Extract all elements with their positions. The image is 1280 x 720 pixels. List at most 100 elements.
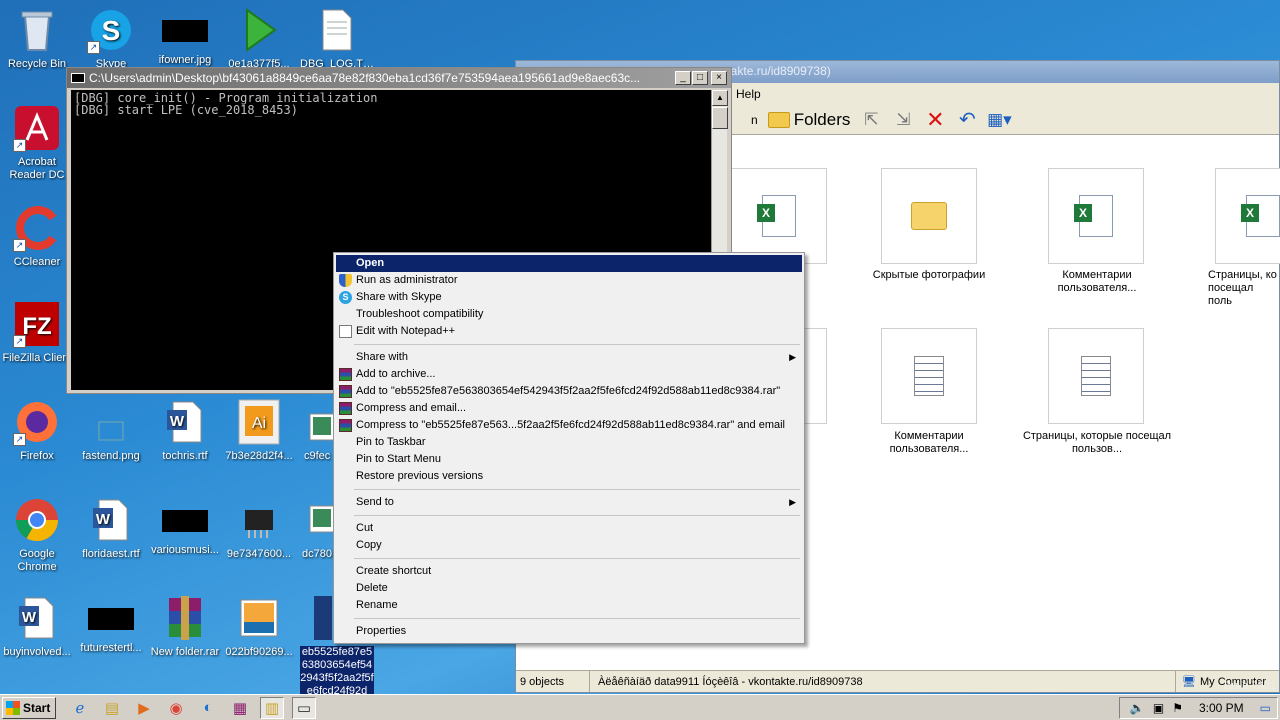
desktop-icon-ccleaner[interactable]: ↗ CCleaner <box>0 204 74 269</box>
file-caption: Страницы, ко посещал поль <box>1208 269 1277 307</box>
scroll-up-icon[interactable]: ▲ <box>712 90 728 106</box>
menu-item-run-as-admin[interactable]: Run as administrator <box>336 272 802 289</box>
file-icon <box>312 594 332 642</box>
media-play-icon <box>235 6 283 54</box>
menu-separator <box>354 515 800 516</box>
file-tile[interactable] <box>1048 168 1144 264</box>
desktop-icon-file[interactable]: 9e7347600... <box>222 496 296 561</box>
desktop-icon-skype[interactable]: S ↗ Skype <box>74 6 148 71</box>
clock[interactable]: 3:00 PM <box>1199 701 1244 715</box>
desktop-icon-label: dc780 <box>302 548 332 560</box>
chrome-taskbar-icon[interactable]: ◉ <box>164 697 188 719</box>
desktop-icon-file[interactable]: W buyinvolved... <box>0 594 74 659</box>
file-tile[interactable] <box>1215 168 1280 264</box>
console-task-button[interactable]: ▭ <box>292 696 316 719</box>
explorer-task-button[interactable]: ▥ <box>260 696 284 719</box>
menu-item-create-shortcut[interactable]: Create shortcut <box>336 563 802 580</box>
desktop-icon-file[interactable]: W tochris.rtf <box>148 398 222 463</box>
scroll-thumb[interactable] <box>712 107 728 129</box>
delete-icon[interactable]: ✕ <box>924 107 946 132</box>
image-file-icon <box>308 496 335 544</box>
file-tile[interactable] <box>881 328 977 424</box>
chip-icon <box>235 496 283 544</box>
console-title: C:\Users\admin\Desktop\bf43061a8849ce6aa… <box>89 71 641 85</box>
network-icon[interactable]: ▣ <box>1153 701 1164 715</box>
menu-item-edit-notepad[interactable]: Edit with Notepad++ <box>336 323 802 340</box>
menu-item-label: Open <box>356 257 385 269</box>
maximize-button[interactable]: □ <box>692 71 708 85</box>
desktop-icon-filezilla[interactable]: FZ ↗ FileZilla Client <box>0 300 74 365</box>
minimize-button[interactable]: _ <box>675 71 691 85</box>
file-explorer-icon[interactable]: ▤ <box>100 697 124 719</box>
desktop-icon-recycle-bin[interactable]: Recycle Bin <box>0 6 74 71</box>
menu-item-share-with[interactable]: Share with ▶ <box>336 349 802 366</box>
media-player-icon[interactable]: ▶ <box>132 697 156 719</box>
menu-item-rename[interactable]: Rename <box>336 597 802 614</box>
shortcut-arrow-icon: ↗ <box>13 239 26 252</box>
menu-item-label: Add to archive... <box>356 368 436 380</box>
menu-item-label: Cut <box>356 522 374 534</box>
menu-item-open[interactable]: Open <box>336 255 802 272</box>
menu-item-add-to-archive[interactable]: Add to archive... <box>336 366 802 383</box>
start-button[interactable]: Start <box>2 696 56 719</box>
excel-file-icon <box>757 195 796 237</box>
file-tile[interactable] <box>881 168 977 264</box>
close-button[interactable]: × <box>711 71 727 85</box>
file-tile[interactable] <box>731 168 827 264</box>
desktop-icon-label: futurestertl... <box>80 642 142 654</box>
menu-item-send-to[interactable]: Send to ▶ <box>336 494 802 511</box>
menu-item-compress-email[interactable]: Compress and email... <box>336 400 802 417</box>
desktop-icon-file[interactable]: Ai 7b3e28d2f4... <box>222 398 296 463</box>
menu-item-compress-to-rar-email[interactable]: Compress to "eb5525fe87e563...5f2aa2f5fe… <box>336 417 802 434</box>
svg-text:FZ: FZ <box>22 313 51 340</box>
menu-item-delete[interactable]: Delete <box>336 580 802 597</box>
notepad-plus-plus-icon <box>339 325 352 338</box>
recycle-bin-icon <box>13 6 61 54</box>
firefox-icon: ↗ <box>13 398 61 446</box>
submenu-arrow-icon: ▶ <box>789 497 796 507</box>
menu-item-cut[interactable]: Cut <box>336 520 802 537</box>
desktop-icon-file[interactable]: DBG_LOG.TXT <box>300 6 374 71</box>
copy-to-icon[interactable]: ⇲ <box>892 110 914 130</box>
action-center-flag-icon[interactable]: ⚑ <box>1172 701 1183 715</box>
desktop-icon-file[interactable]: 0e1a377f5... <box>222 6 296 71</box>
menu-help[interactable]: Help <box>736 87 761 101</box>
shortcut-arrow-icon: ↗ <box>87 41 100 54</box>
desktop-icon-acrobat[interactable]: ↗ Acrobat Reader DC <box>0 104 74 182</box>
menu-item-properties[interactable]: Properties <box>336 623 802 640</box>
console-titlebar[interactable]: C:\Users\admin\Desktop\bf43061a8849ce6aa… <box>67 68 731 88</box>
views-icon[interactable]: ▦▾ <box>987 110 1012 130</box>
internet-explorer-icon[interactable]: ℯ <box>68 697 92 719</box>
desktop-icon-file[interactable]: 022bf90269... <box>222 594 296 659</box>
ccleaner-icon: ↗ <box>13 204 61 252</box>
menu-item-pin-taskbar[interactable]: Pin to Taskbar <box>336 434 802 451</box>
folders-button[interactable]: Folders <box>767 110 850 130</box>
winrar-taskbar-icon[interactable]: ▦ <box>228 697 252 719</box>
desktop-icon-chrome[interactable]: Google Chrome <box>0 496 74 574</box>
speaker-icon[interactable]: 🔈 <box>1130 701 1145 715</box>
desktop-icon-firefox[interactable]: ↗ Firefox <box>0 398 74 463</box>
desktop-icon-label: 7b3e28d2f4... <box>225 450 293 462</box>
desktop-icon-file[interactable]: futurestertl... <box>74 594 148 655</box>
file-tile[interactable] <box>1048 328 1144 424</box>
desktop-icon-file[interactable]: W floridaest.rtf <box>74 496 148 561</box>
desktop-icon-file[interactable]: New folder.rar <box>148 594 222 659</box>
desktop-icon-file[interactable]: ifowner.jpg <box>148 6 222 67</box>
menu-item-label: Copy <box>356 539 382 551</box>
desktop-icon-file[interactable]: fastend.png <box>74 398 148 463</box>
move-to-icon[interactable]: ⇱ <box>860 110 882 130</box>
desktop-icon-file[interactable]: c9fec <box>296 398 336 463</box>
desktop-icon-file[interactable]: dc780 <box>296 496 336 561</box>
menu-item-pin-start[interactable]: Pin to Start Menu <box>336 451 802 468</box>
menu-item-add-to-rar[interactable]: Add to "eb5525fe87e563803654ef542943f5f2… <box>336 383 802 400</box>
menu-item-copy[interactable]: Copy <box>336 537 802 554</box>
menu-item-troubleshoot[interactable]: Troubleshoot compatibility <box>336 306 802 323</box>
show-desktop-icon[interactable]: ▭ <box>1260 701 1271 715</box>
undo-icon[interactable]: ↶ <box>956 109 978 131</box>
image-thumbnail <box>162 510 208 532</box>
file-caption: Комментарии пользователя... <box>889 430 969 455</box>
edge-icon[interactable]: ◐ <box>196 697 220 719</box>
menu-item-share-skype[interactable]: S Share with Skype <box>336 289 802 306</box>
desktop-icon-file[interactable]: variousmusi... <box>148 496 222 557</box>
menu-item-restore-versions[interactable]: Restore previous versions <box>336 468 802 485</box>
